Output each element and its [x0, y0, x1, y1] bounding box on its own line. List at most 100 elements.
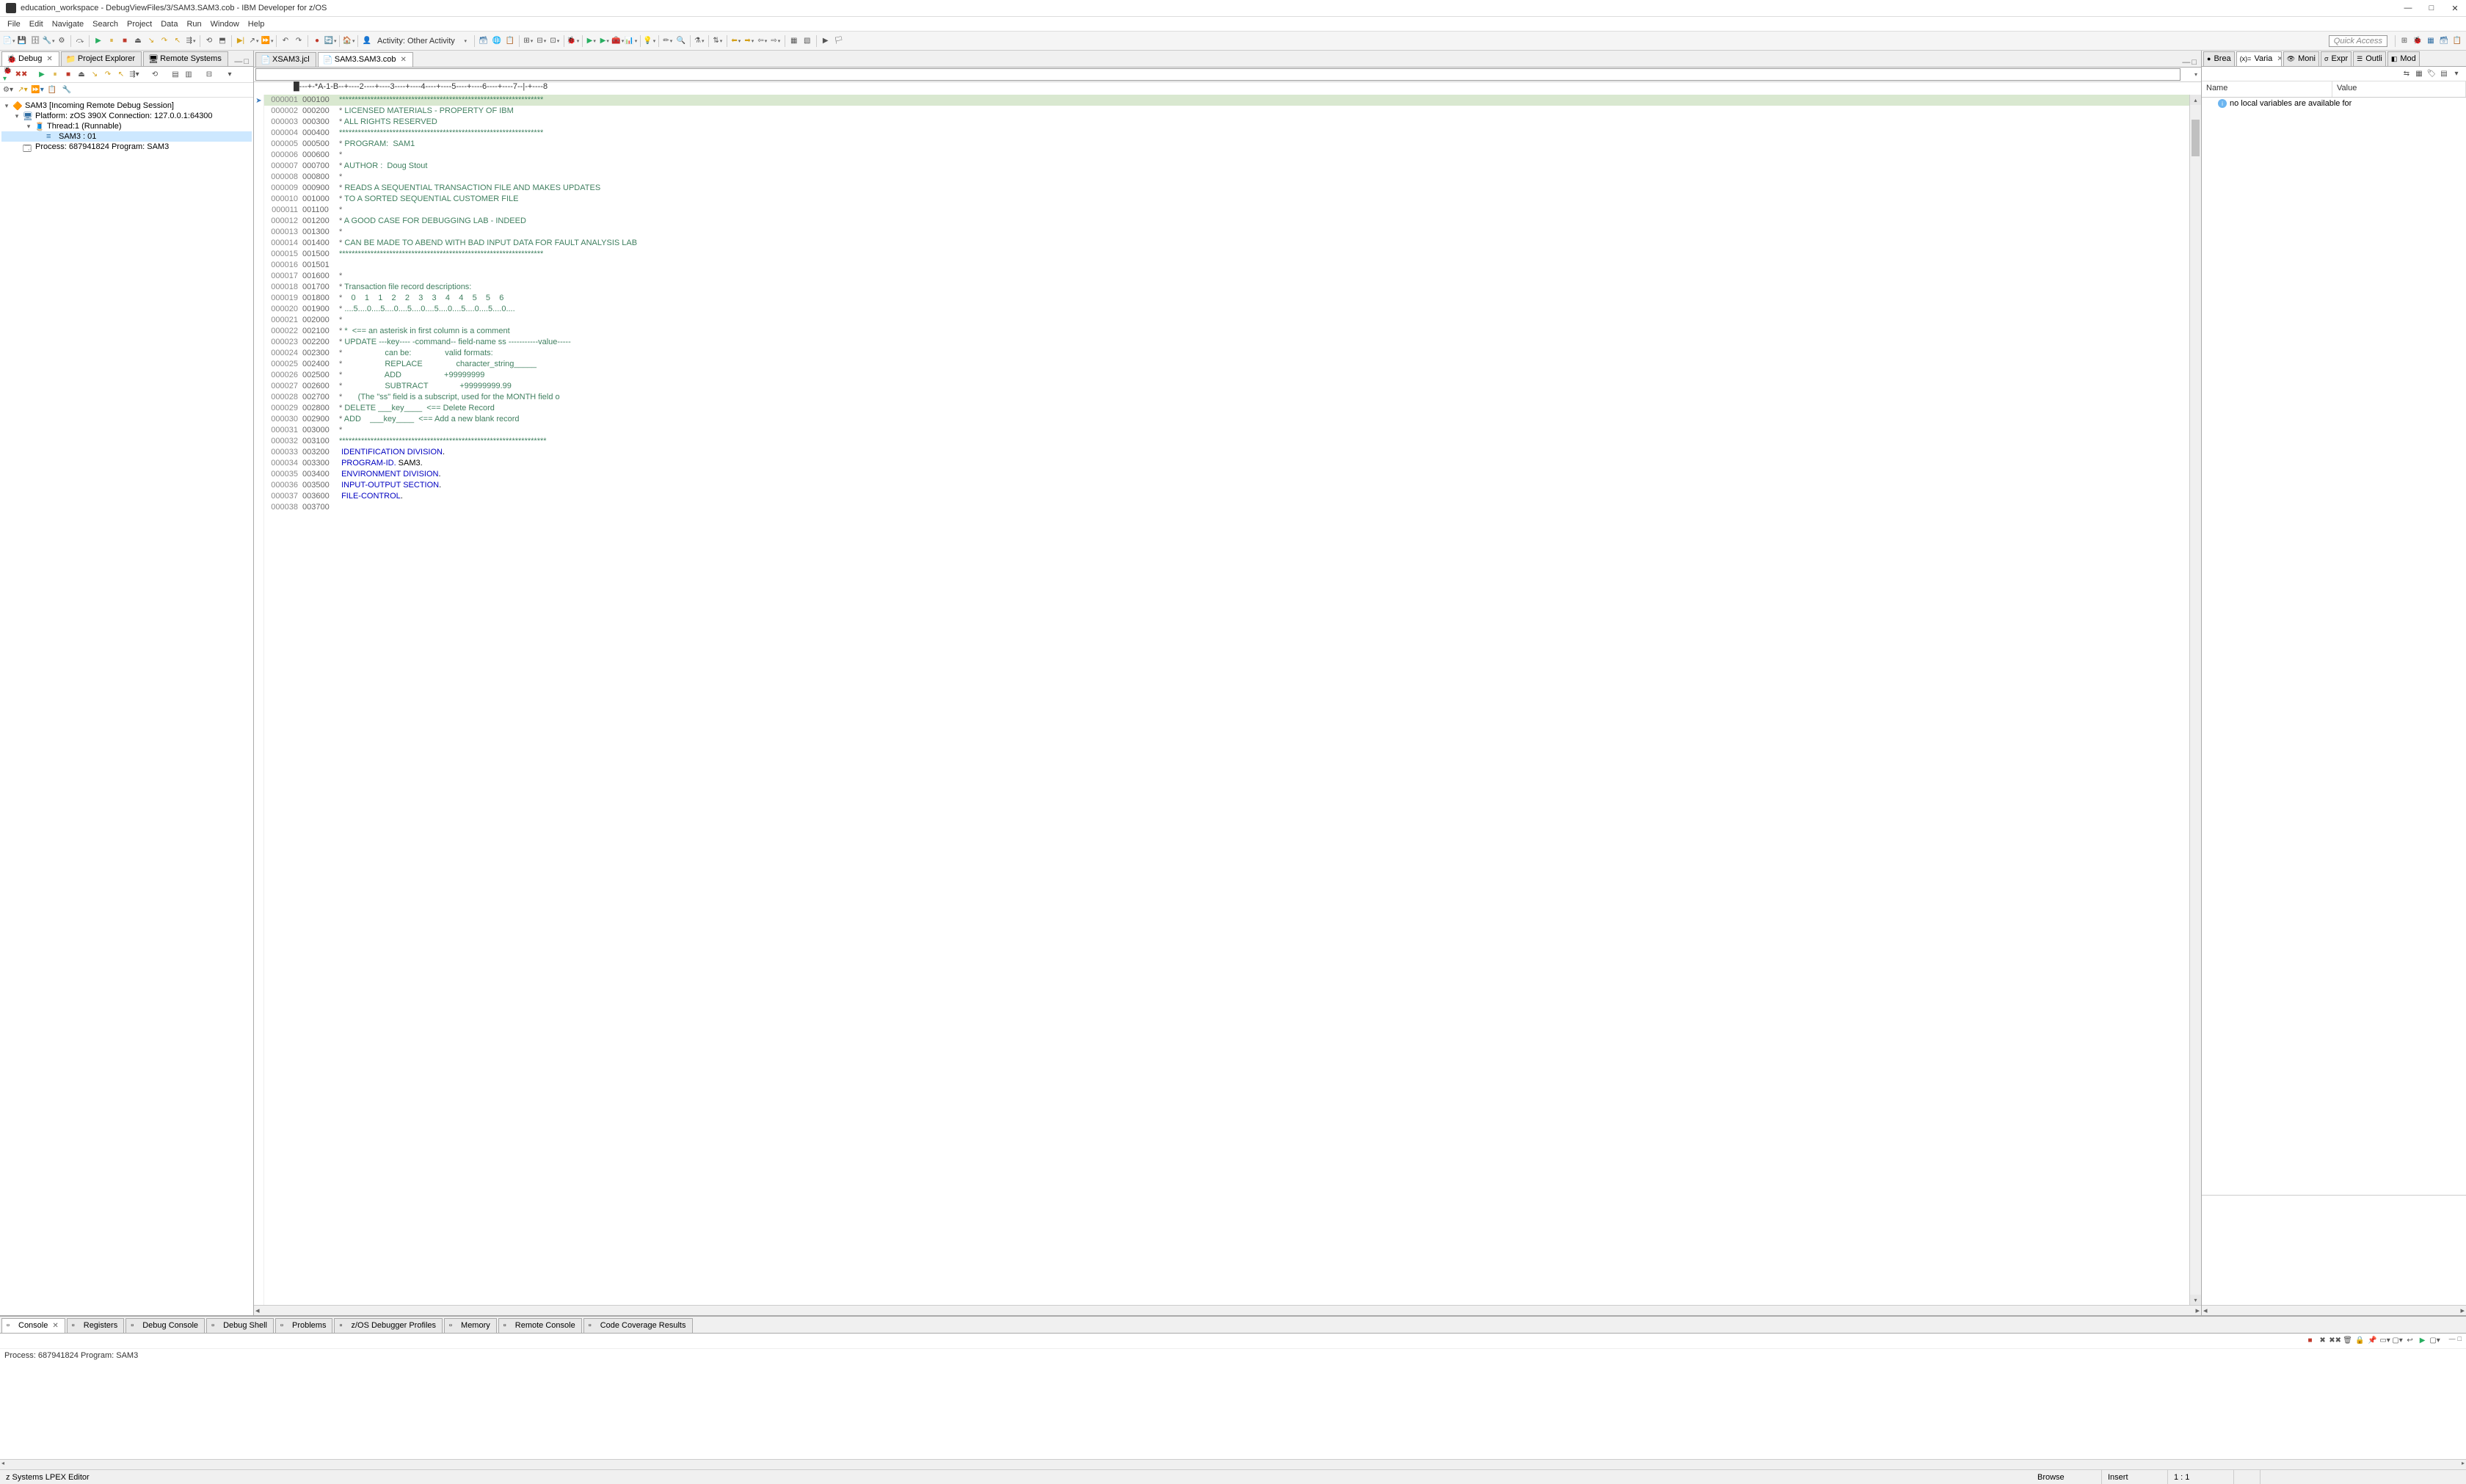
tree-session[interactable]: ▾ 🔶 SAM3 [Incoming Remote Debug Session] — [1, 101, 252, 111]
stop-icon[interactable]: ■ — [63, 70, 73, 80]
perspective-other-button[interactable]: 📋 — [2451, 35, 2463, 47]
resume-icon[interactable]: ▶ — [37, 70, 47, 80]
minimize-console-icon[interactable]: — — [2449, 1335, 2456, 1347]
tree-process[interactable]: 🗔 Process: 687941824 Program: SAM3 — [1, 142, 252, 152]
minimize-button[interactable]: — — [2403, 4, 2413, 13]
edit-button[interactable]: ✏ — [662, 35, 674, 47]
menu-data[interactable]: Data — [156, 18, 182, 30]
record-button[interactable]: ● — [311, 35, 323, 47]
wrap-icon[interactable]: ↩ — [2405, 1335, 2415, 1345]
terminate-icon[interactable]: ■ — [2305, 1335, 2316, 1345]
editor-hscroll[interactable]: ◂ ▸ — [254, 1305, 2201, 1315]
code-line[interactable]: 000038003700 — [264, 502, 2189, 513]
close-tab-icon[interactable]: ✕ — [46, 55, 52, 63]
code-line[interactable]: 000024002300* can be: valid formats: — [264, 348, 2189, 359]
tab-moni[interactable]: 👁 Moni — [2283, 51, 2319, 66]
variables-detail-area[interactable] — [2202, 1195, 2466, 1305]
code-line[interactable]: 000025002400* REPLACE character_string__… — [264, 359, 2189, 370]
maximize-editor-icon[interactable]: □ — [2192, 58, 2197, 67]
tab-registers[interactable]: ▫Registers — [67, 1318, 124, 1333]
drop-icon[interactable]: ⟲ — [150, 70, 160, 80]
step-over-button[interactable]: ↷ — [159, 35, 170, 47]
profile-button[interactable]: 📊 — [625, 35, 637, 47]
flag-button[interactable]: 🏳 — [833, 35, 845, 47]
console-body[interactable]: Process: 687941824 Program: SAM3 — [0, 1348, 2466, 1459]
pause-button[interactable]: ⏸ — [106, 35, 117, 47]
run-to-line-button[interactable]: ▶| — [235, 35, 247, 47]
code-line[interactable]: 000009000900* READS A SEQUENTIAL TRANSAC… — [264, 183, 2189, 194]
vertical-scrollbar[interactable]: ▴ ▾ — [2189, 95, 2201, 1305]
scroll-left-icon[interactable]: ◂ — [2203, 1306, 2208, 1315]
code-line[interactable]: 000021002000* — [264, 315, 2189, 326]
scroll-right-icon[interactable]: ▸ — [2462, 1460, 2465, 1466]
scroll-thumb[interactable] — [2192, 120, 2200, 156]
menu-search[interactable]: Search — [88, 18, 123, 30]
pin2-button[interactable]: ▧ — [801, 35, 813, 47]
tree-thread[interactable]: ▾ 🧵 Thread:1 (Runnable) — [1, 121, 252, 131]
layout-icon[interactable]: ▤ — [170, 70, 181, 80]
forward-button[interactable]: ➡ — [743, 35, 755, 47]
clipboard-icon[interactable]: 📋 — [47, 85, 57, 95]
menu-project[interactable]: Project — [123, 18, 156, 30]
globe-button[interactable]: 🌐 — [491, 35, 503, 47]
code-line[interactable]: 000034003300 PROGRAM-ID. SAM3. — [264, 458, 2189, 469]
step-return-icon[interactable]: ↖ — [116, 70, 126, 80]
scroll-left-icon[interactable]: ◂ — [1, 1460, 4, 1466]
pin1-button[interactable]: ▦ — [788, 35, 800, 47]
save-all-button[interactable]: 🗄 — [29, 35, 41, 47]
resume-button[interactable]: ▶ — [92, 35, 104, 47]
tab-debug-shell[interactable]: ▫Debug Shell — [206, 1318, 274, 1333]
var-menu-icon[interactable]: ▾ — [2451, 68, 2462, 79]
jump-icon[interactable]: ↗▾ — [18, 85, 28, 95]
tool2-icon[interactable]: 🔧 — [62, 85, 72, 95]
stop-button[interactable]: ■ — [119, 35, 131, 47]
close-button[interactable]: ✕ — [2450, 4, 2460, 13]
tab-brea[interactable]: ● Brea — [2203, 51, 2235, 66]
tree-platform[interactable]: ▾ 🖥 Platform: zOS 390X Connection: 127.0… — [1, 111, 252, 121]
animate-button[interactable]: ⏩ — [261, 35, 273, 47]
drop-frame-button[interactable]: ⟲ — [203, 35, 215, 47]
code-line[interactable]: 000019001800* 0 1 1 2 2 3 3 4 4 5 5 6 — [264, 293, 2189, 304]
tab-memory[interactable]: ▫Memory — [444, 1318, 497, 1333]
tab-debug[interactable]: 🐞Debug✕ — [1, 51, 59, 66]
open-console-icon[interactable]: ▢▾ — [2393, 1335, 2403, 1345]
code-line[interactable]: 000005000500* PROGRAM: SAM1 — [264, 139, 2189, 150]
close-tab-icon[interactable]: ✕ — [2277, 55, 2281, 63]
remove-all-icon[interactable]: ✖✖ — [16, 70, 26, 80]
clear-console-icon[interactable]: 🗑 — [2343, 1335, 2353, 1345]
tree-frame[interactable]: ≡ SAM3 : 01 — [1, 131, 252, 142]
tab-outli[interactable]: ☰ Outli — [2353, 51, 2386, 66]
code-line[interactable]: 000004000400****************************… — [264, 128, 2189, 139]
twisty-icon[interactable]: ▾ — [3, 102, 10, 110]
step-over-icon[interactable]: ↷ — [103, 70, 113, 80]
maximize-button[interactable]: □ — [2426, 4, 2437, 13]
quick-access-field[interactable]: Quick Access — [2329, 35, 2387, 47]
perspective-db-button[interactable]: 🗃 — [2438, 35, 2450, 47]
code-line[interactable]: 000035003400 ENVIRONMENT DIVISION. — [264, 469, 2189, 480]
collapse-icon[interactable]: ⊟ — [204, 70, 214, 80]
disconnect-button[interactable]: ⏏ — [132, 35, 144, 47]
remove-all-launches-icon[interactable]: ✖✖ — [2330, 1335, 2340, 1345]
menu-window[interactable]: Window — [206, 18, 244, 30]
toggle-button[interactable]: ⬒ — [217, 35, 228, 47]
var-tool2-icon[interactable]: ▦ — [2414, 68, 2424, 79]
menu-run[interactable]: Run — [182, 18, 205, 30]
debug-tree[interactable]: ▾ 🔶 SAM3 [Incoming Remote Debug Session]… — [0, 98, 253, 1315]
tool1-icon[interactable]: ⚙▾ — [3, 85, 13, 95]
undo-button[interactable]: ↶ — [280, 35, 291, 47]
code-line[interactable]: 000022002100* * <== an asterisk in first… — [264, 326, 2189, 337]
code-line[interactable]: 000026002500* ADD +99999999 — [264, 370, 2189, 381]
perspective-open-button[interactable]: ⊞ — [2398, 35, 2410, 47]
build-button[interactable]: ⚙ — [56, 35, 68, 47]
code-line[interactable]: 000036003500 INPUT-OUTPUT SECTION. — [264, 480, 2189, 491]
pause-icon[interactable]: ⏸ — [50, 70, 60, 80]
run-config-button[interactable]: ▶ — [586, 35, 597, 47]
tool-button[interactable]: 🔧 — [43, 35, 54, 47]
tab-console[interactable]: ▫Console✕ — [1, 1318, 65, 1333]
bug-icon[interactable]: 🐞▾ — [3, 70, 13, 80]
menu-file[interactable]: File — [3, 18, 25, 30]
close-tab-icon[interactable]: ✕ — [52, 1322, 58, 1330]
console-menu-icon[interactable]: ▢▾ — [2430, 1335, 2440, 1345]
code-area[interactable]: 000001000100****************************… — [264, 95, 2189, 1305]
code-line[interactable]: 000032003100****************************… — [264, 436, 2189, 447]
